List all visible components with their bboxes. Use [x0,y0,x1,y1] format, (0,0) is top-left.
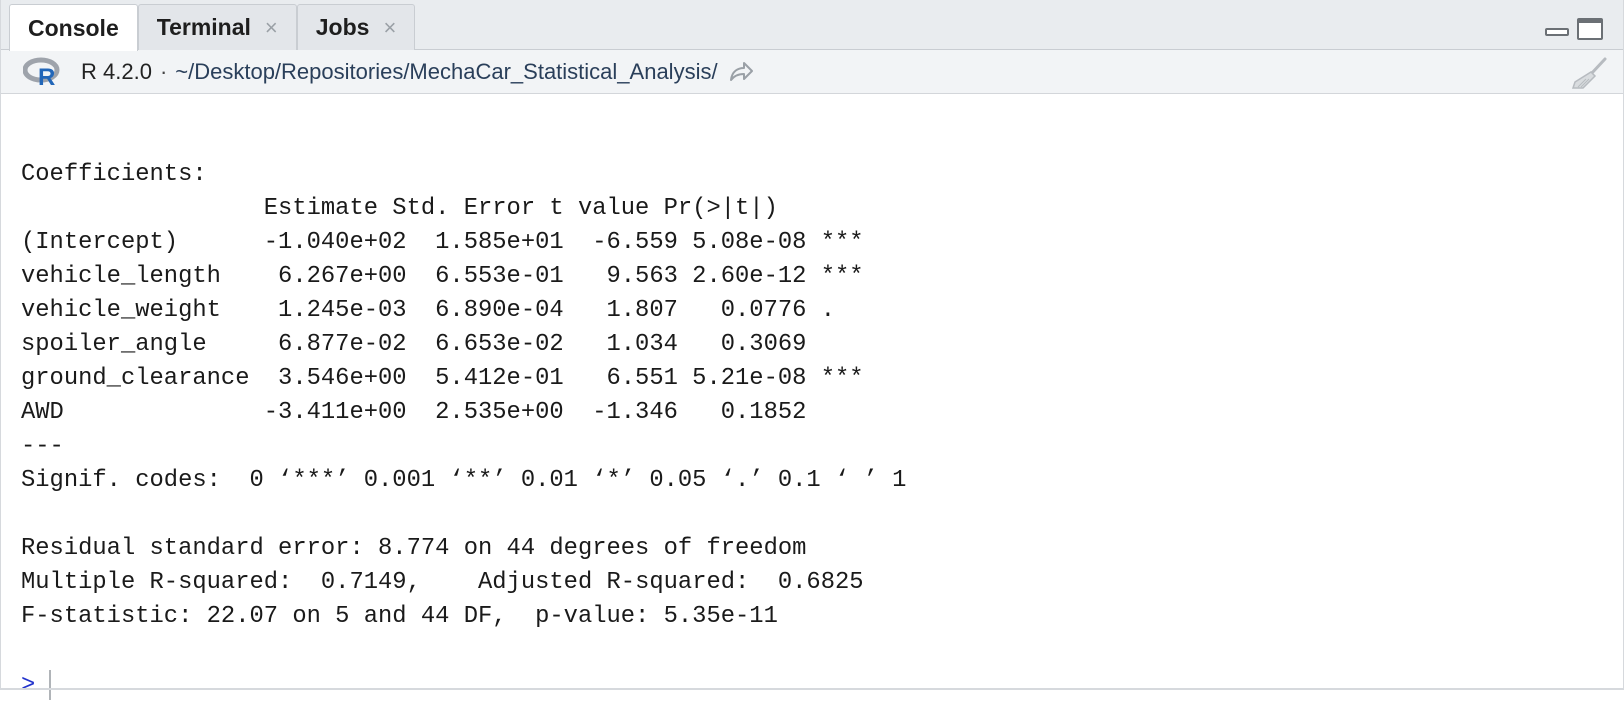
console-line: Residual standard error: 8.774 on 44 deg… [21,535,807,562]
console-line: --- [21,433,64,460]
working-directory-path: ~/Desktop/Repositories/MechaCar_Statisti… [175,58,718,84]
text-cursor [49,670,52,700]
console-output-area[interactable]: Coefficients: Estimate Std. Error t valu… [1,94,1623,700]
tab-terminal[interactable]: Terminal × [137,4,297,50]
console-output: Coefficients: Estimate Std. Error t valu… [21,124,1623,668]
tab-jobs-label: Jobs [315,14,370,40]
console-line: vehicle_length 6.267e+00 6.553e-01 9.563… [21,263,864,290]
console-line: Signif. codes: 0 ‘***’ 0.001 ‘**’ 0.01 ‘… [21,467,907,494]
console-line: spoiler_angle 6.877e-02 6.653e-02 1.034 … [21,331,864,358]
console-line: (Intercept) -1.040e+02 1.585e+01 -6.559 … [21,229,864,256]
pane-tab-strip: Console Terminal × Jobs × [1,0,1623,51]
console-line: Estimate Std. Error t value Pr(>|t|) [21,195,835,222]
console-pane: Console Terminal × Jobs × R R 4.2.0 · ~/… [0,0,1624,700]
tab-terminal-label: Terminal [156,14,251,40]
console-line: AWD -3.411e+00 2.535e+00 -1.346 0.1852 [21,399,864,426]
go-to-directory-icon[interactable] [728,61,754,83]
console-line: F-statistic: 22.07 on 5 and 44 DF, p-val… [21,603,778,630]
path-separator: · [159,58,168,84]
close-icon[interactable]: × [265,16,278,39]
console-prompt: > [21,671,36,699]
console-path-bar: R R 4.2.0 · ~/Desktop/Repositories/Mecha… [1,50,1623,94]
console-input-line[interactable]: > [21,668,1623,702]
r-logo-icon: R [23,57,60,87]
svg-text:R: R [38,64,55,87]
tab-jobs[interactable]: Jobs × [296,4,416,50]
console-line: vehicle_weight 1.245e-03 6.890e-04 1.807… [21,297,864,324]
maximize-pane-icon[interactable] [1577,18,1603,40]
console-line: Coefficients: [21,161,207,188]
tab-console-label: Console [28,14,119,41]
pane-window-controls [1545,18,1603,40]
console-line: Multiple R-squared: 0.7149, Adjusted R-s… [21,569,878,596]
console-line: ground_clearance 3.546e+00 5.412e-01 6.5… [21,365,864,392]
minimize-pane-icon[interactable] [1545,28,1569,36]
r-version-label: R 4.2.0 [81,58,152,84]
tab-console[interactable]: Console [9,4,138,51]
clear-console-broom-icon[interactable] [1569,56,1609,90]
close-icon[interactable]: × [383,16,396,39]
tab-list: Console Terminal × Jobs × [9,4,416,51]
